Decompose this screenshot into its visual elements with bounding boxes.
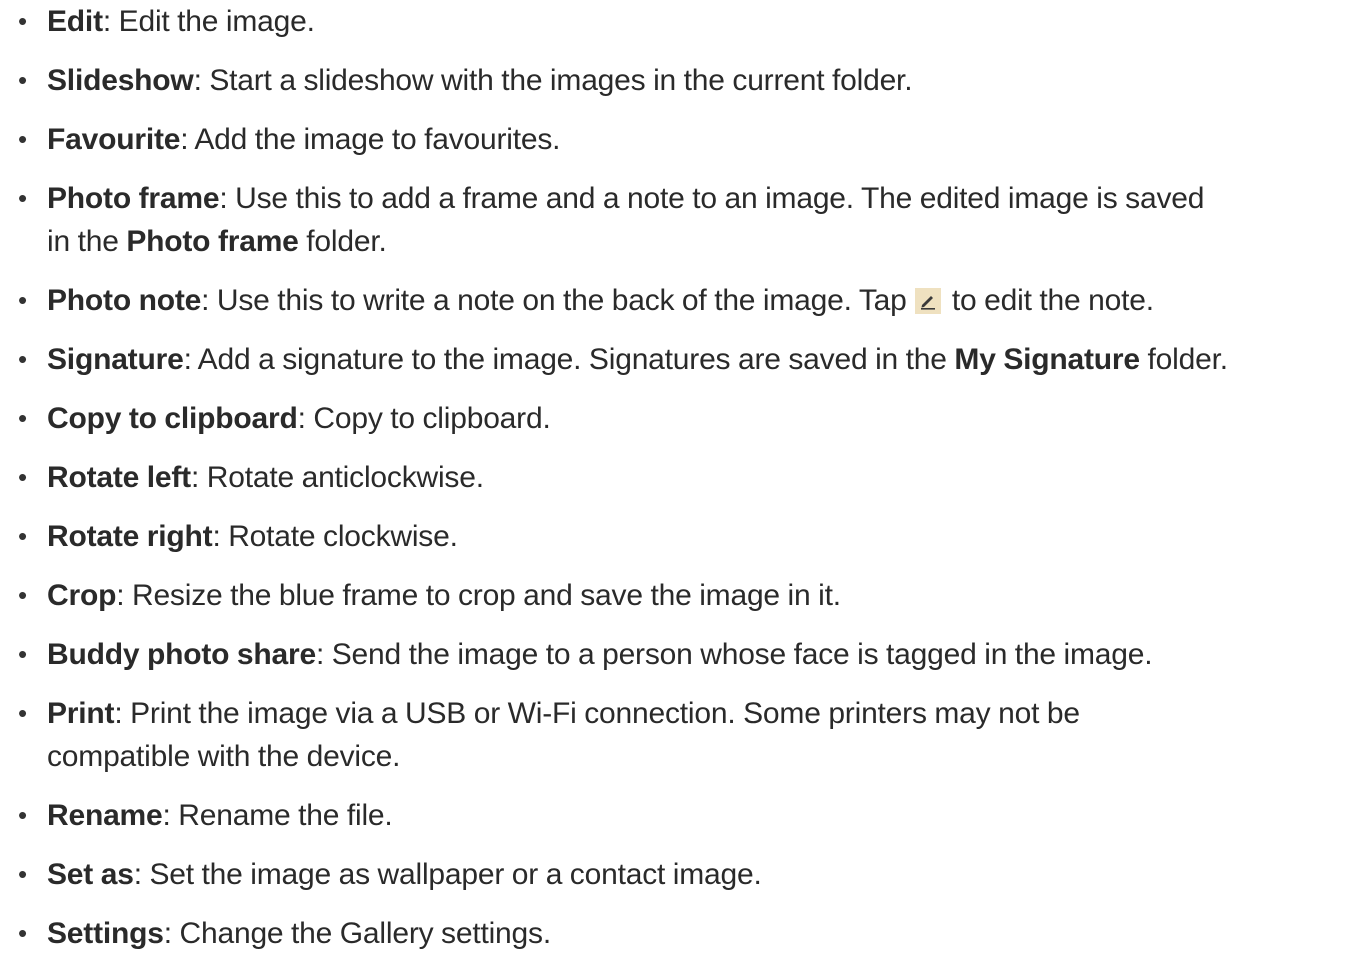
item-term: Crop bbox=[47, 579, 117, 612]
item-desc: : Resize the blue frame to crop and save… bbox=[116, 579, 841, 612]
item-desc: : Copy to clipboard. bbox=[297, 402, 551, 435]
item-desc: folder. bbox=[1139, 343, 1229, 376]
bullet: • bbox=[18, 698, 27, 728]
item-desc: in the bbox=[47, 225, 127, 258]
item-term: Edit bbox=[47, 5, 103, 38]
bullet: • bbox=[18, 6, 27, 36]
bullet: • bbox=[18, 580, 27, 610]
bullet: • bbox=[18, 285, 27, 315]
item-desc: : Rename the file. bbox=[162, 799, 393, 832]
item-term: Signature bbox=[47, 343, 184, 376]
list-item-rotate-left: • Rotate left: Rotate anticlockwise. bbox=[0, 456, 1347, 499]
item-desc: : Change the Gallery settings. bbox=[163, 917, 551, 950]
item-term: Rotate right bbox=[47, 520, 213, 553]
item-desc: : Use this to add a frame and a note to … bbox=[219, 182, 1205, 215]
bullet: • bbox=[18, 344, 27, 374]
item-desc: : Set the image as wallpaper or a contac… bbox=[133, 858, 762, 891]
list-item-buddy-photo-share: • Buddy photo share: Send the image to a… bbox=[0, 633, 1347, 676]
item-term: Copy to clipboard bbox=[47, 402, 298, 435]
item-desc: : Send the image to a person whose face … bbox=[315, 638, 1153, 671]
item-desc: folder. bbox=[298, 225, 387, 258]
list-item-signature: • Signature: Add a signature to the imag… bbox=[0, 338, 1347, 381]
bullet: • bbox=[18, 403, 27, 433]
item-term: Photo frame bbox=[47, 182, 220, 215]
item-term: Buddy photo share bbox=[47, 638, 316, 671]
item-term-inline: Photo frame bbox=[126, 225, 299, 258]
item-desc: compatible with the device. bbox=[47, 740, 401, 773]
item-desc: to edit the note. bbox=[944, 284, 1154, 317]
item-desc: : Add the image to favourites. bbox=[180, 123, 561, 156]
list-item-slideshow: • Slideshow: Start a slideshow with the … bbox=[0, 59, 1347, 102]
list-item-crop: • Crop: Resize the blue frame to crop an… bbox=[0, 574, 1347, 617]
list-item-print: • Print: Print the image via a USB or Wi… bbox=[0, 692, 1347, 778]
list-item-rotate-right: • Rotate right: Rotate clockwise. bbox=[0, 515, 1347, 558]
bullet: • bbox=[18, 124, 27, 154]
item-term: Slideshow bbox=[47, 64, 194, 97]
bullet: • bbox=[18, 639, 27, 669]
list-item-settings: • Settings: Change the Gallery settings. bbox=[0, 912, 1347, 955]
list-item-photo-note: • Photo note: Use this to write a note o… bbox=[0, 279, 1347, 322]
item-term: Settings bbox=[47, 917, 164, 950]
item-desc: : Start a slideshow with the images in t… bbox=[193, 64, 913, 97]
bullet: • bbox=[18, 800, 27, 830]
item-desc: : Add a signature to the image. Signatur… bbox=[183, 343, 955, 376]
list-item-photo-frame: • Photo frame: Use this to add a frame a… bbox=[0, 177, 1347, 263]
list-item-favourite: • Favourite: Add the image to favourites… bbox=[0, 118, 1347, 161]
item-term: Rotate left bbox=[47, 461, 191, 494]
item-term: Print bbox=[47, 697, 115, 730]
bullet: • bbox=[18, 859, 27, 889]
bullet: • bbox=[18, 65, 27, 95]
item-desc: : Use this to write a note on the back o… bbox=[201, 284, 915, 317]
edit-pencil-icon bbox=[915, 288, 942, 314]
item-term: Set as bbox=[47, 858, 134, 891]
item-term-inline: My Signature bbox=[954, 343, 1140, 376]
options-list: • Edit: Edit the image. • Slideshow: Sta… bbox=[0, 0, 1347, 955]
bullet: • bbox=[18, 918, 27, 948]
item-desc: : Rotate clockwise. bbox=[212, 520, 458, 553]
item-desc: : Rotate anticlockwise. bbox=[190, 461, 484, 494]
item-term: Favourite bbox=[47, 123, 181, 156]
bullet: • bbox=[18, 462, 27, 492]
list-item-rename: • Rename: Rename the file. bbox=[0, 794, 1347, 837]
list-item-copy-to-clipboard: • Copy to clipboard: Copy to clipboard. bbox=[0, 397, 1347, 440]
bullet: • bbox=[18, 183, 27, 213]
item-desc: : Print the image via a USB or Wi-Fi con… bbox=[114, 697, 1080, 730]
item-desc: : Edit the image. bbox=[102, 5, 315, 38]
bullet: • bbox=[18, 521, 27, 551]
item-term: Photo note bbox=[47, 284, 202, 317]
list-item-edit: • Edit: Edit the image. bbox=[0, 0, 1347, 43]
item-term: Rename bbox=[47, 799, 163, 832]
list-item-set-as: • Set as: Set the image as wallpaper or … bbox=[0, 853, 1347, 896]
